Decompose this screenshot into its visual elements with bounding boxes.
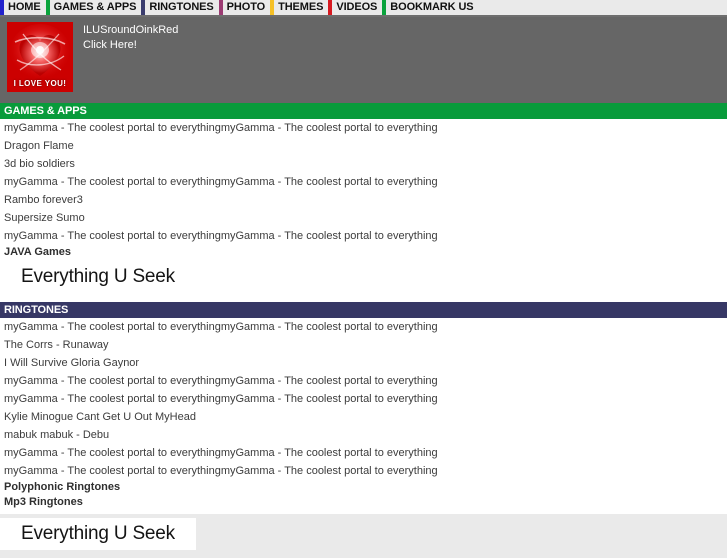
nav-item-videos[interactable]: VIDEOS [328, 0, 382, 15]
list-item[interactable]: myGamma - The coolest portal to everythi… [0, 318, 727, 336]
heart-image[interactable]: I LOVE YOU! [7, 22, 73, 92]
sub-label-mp3-ringtones[interactable]: Mp3 Ringtones [0, 495, 727, 510]
nav-label-photo: PHOTO [226, 1, 266, 13]
list-item[interactable]: 3d bio soldiers [0, 155, 727, 173]
promo-text-block: ILUSroundOinkRed Click Here! [83, 23, 178, 53]
nav-label-themes: THEMES [278, 1, 324, 13]
section-header-games-apps: GAMES & APPS [0, 103, 727, 119]
nav-label-bookmark-us: BOOKMARK US [390, 1, 474, 13]
section-header-ringtones: RINGTONES [0, 302, 727, 318]
nav-item-games-apps[interactable]: GAMES & APPS [45, 0, 142, 15]
main-navigation: HOME GAMES & APPS RINGTONES PHOTO THEMES… [0, 0, 727, 17]
list-item[interactable]: myGamma - The coolest portal to everythi… [0, 227, 727, 245]
games-apps-list: myGamma - The coolest portal to everythi… [0, 119, 727, 245]
ad-banner-text: Everything U Seek [21, 266, 175, 287]
list-item[interactable]: myGamma - The coolest portal to everythi… [0, 173, 727, 191]
ad-banner-text: Everything U Seek [21, 523, 175, 544]
list-item[interactable]: Dragon Flame [0, 137, 727, 155]
list-item[interactable]: Rambo forever3 [0, 191, 727, 209]
list-item[interactable]: Supersize Sumo [0, 209, 727, 227]
ad-banner-everything-u-seek-bottom[interactable]: Everything U Seek [0, 518, 196, 550]
list-item[interactable]: myGamma - The coolest portal to everythi… [0, 119, 727, 137]
list-item[interactable]: myGamma - The coolest portal to everythi… [0, 390, 727, 408]
nav-item-ringtones[interactable]: RINGTONES [141, 0, 218, 15]
list-item[interactable]: mabuk mabuk - Debu [0, 426, 727, 444]
sub-label-java-games[interactable]: JAVA Games [0, 245, 727, 260]
nav-label-ringtones: RINGTONES [149, 1, 214, 13]
nav-item-bookmark-us[interactable]: BOOKMARK US [382, 0, 478, 15]
promo-title[interactable]: ILUSroundOinkRed [83, 23, 178, 38]
list-item[interactable]: Kylie Minogue Cant Get U Out MyHead [0, 408, 727, 426]
nav-item-themes[interactable]: THEMES [270, 0, 328, 15]
promo-banner-area: I LOVE YOU! ILUSroundOinkRed Click Here! [0, 17, 727, 103]
list-item[interactable]: I Will Survive Gloria Gaynor [0, 354, 727, 372]
list-item[interactable]: myGamma - The coolest portal to everythi… [0, 372, 727, 390]
ringtones-list: myGamma - The coolest portal to everythi… [0, 318, 727, 480]
nav-label-home: HOME [8, 1, 41, 13]
promo-click-here-link[interactable]: Click Here! [83, 38, 178, 53]
ad-banner-everything-u-seek-top[interactable]: Everything U Seek [0, 261, 196, 293]
nav-item-photo[interactable]: PHOTO [218, 0, 270, 15]
list-item[interactable]: myGamma - The coolest portal to everythi… [0, 444, 727, 462]
heart-image-caption: I LOVE YOU! [13, 79, 67, 88]
ad-banner-wrapper-games: Everything U Seek [0, 260, 727, 296]
list-item[interactable]: The Corrs - Runaway [0, 336, 727, 354]
nav-label-games-apps: GAMES & APPS [53, 1, 137, 13]
nav-label-videos: VIDEOS [336, 1, 378, 13]
list-item[interactable]: myGamma - The coolest portal to everythi… [0, 462, 727, 480]
ad-banner-wrapper-ringtones: Everything U Seek [0, 514, 727, 558]
sub-label-polyphonic-ringtones[interactable]: Polyphonic Ringtones [0, 480, 727, 495]
nav-item-home[interactable]: HOME [0, 0, 46, 15]
